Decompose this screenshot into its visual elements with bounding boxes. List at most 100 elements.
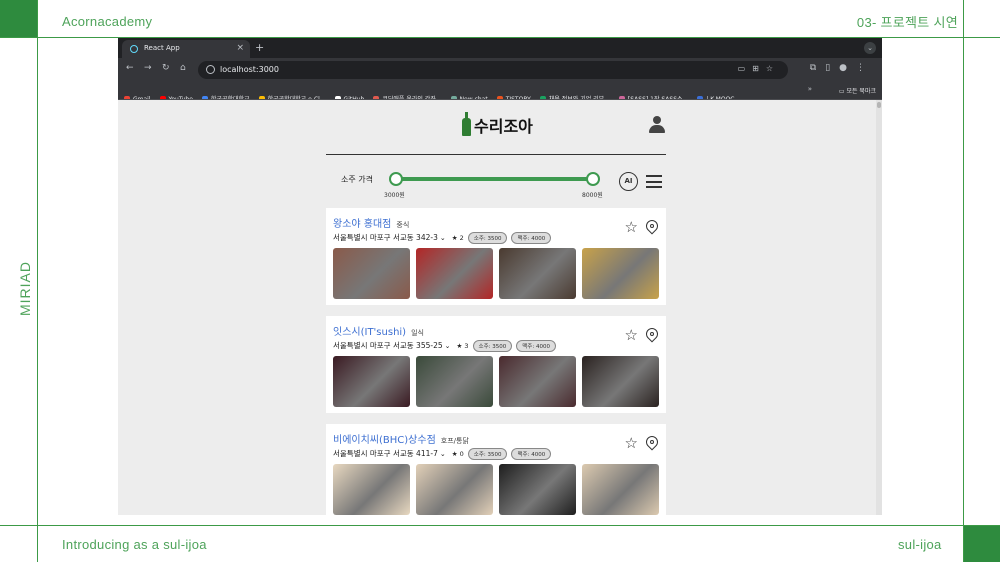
restaurant-address-row: 서울특별시 마포구 서교동 411-7 ⌄ ★ 0 소주: 3500 맥주: 4000: [333, 448, 552, 460]
beer-price-chip: 맥주: 4000: [516, 340, 556, 352]
corner-square-bottom-right: [963, 525, 1000, 562]
rating-badge: ★ 0: [451, 450, 464, 458]
restaurant-category: 중식: [396, 221, 410, 229]
home-icon[interactable]: ⌂: [180, 63, 186, 73]
site-info-icon[interactable]: [206, 65, 215, 74]
back-icon[interactable]: ←: [126, 63, 134, 73]
restaurant-name[interactable]: 잇스시(IT'sushi) 일식: [333, 323, 424, 338]
restaurant-photo[interactable]: [333, 356, 410, 407]
beer-price-chip: 맥주: 4000: [511, 232, 552, 244]
price-max-label: 8000원: [582, 192, 603, 199]
scrollbar-thumb[interactable]: [877, 102, 881, 108]
omnibox-icons[interactable]: ▭⊞☆: [738, 64, 780, 73]
logo-text: 수리조아: [474, 117, 533, 136]
restaurant-photo[interactable]: [416, 356, 493, 407]
more-bookmarks-button[interactable]: »: [808, 85, 812, 93]
restaurant-name-text: 왕소야 홍대점: [333, 219, 392, 230]
restaurant-photo[interactable]: [333, 248, 410, 299]
soju-bottle-icon: [462, 112, 471, 136]
footer-right: sul-ijoa: [898, 537, 942, 552]
restaurant-photo[interactable]: [416, 248, 493, 299]
photo-strip: [333, 464, 659, 515]
page-viewport: 수리조아 소주 가격 3000원 8000원 AI 왕소야 홍대점 중식서울특별시…: [118, 100, 882, 515]
price-filter: 소주 가격 3000원 8000원 AI: [326, 162, 666, 202]
restaurant-card[interactable]: 비에이치씨(BHC)상수점 호프/통닭 서울특별시 마포구 서교동 411-7 ⌄ ★ …: [326, 424, 666, 515]
price-label: 소주 가격: [341, 175, 373, 184]
restaurant-photo[interactable]: [416, 464, 493, 515]
forward-icon[interactable]: →: [144, 63, 152, 73]
photo-strip: [333, 248, 659, 299]
frame-line-right: [963, 0, 964, 562]
tab-bar: React App × + ⌄: [118, 38, 882, 58]
browser-window: React App × + ⌄ ← → ↻ ⌂ localhost:3000 ▭…: [118, 38, 882, 515]
browser-tab[interactable]: React App ×: [122, 40, 250, 58]
restaurant-address: 서울특별시 마포구 서교동 342-3: [333, 233, 438, 242]
restaurant-photo[interactable]: [582, 464, 659, 515]
restaurant-name[interactable]: 비에이치씨(BHC)상수점 호프/통닭: [333, 431, 469, 446]
url-field[interactable]: localhost:3000 ▭⊞☆: [198, 61, 788, 79]
soju-price-chip: 소주: 3500: [467, 232, 508, 244]
footer-left: Introducing as a sul-ijoa: [62, 537, 207, 552]
star-icon[interactable]: ☆: [625, 328, 638, 343]
price-slider-max-handle[interactable]: [586, 172, 600, 186]
photo-strip: [333, 356, 659, 407]
soju-price-chip: 소주: 3500: [472, 340, 513, 352]
tab-search-button[interactable]: ⌄: [864, 42, 876, 54]
restaurant-photo[interactable]: [582, 356, 659, 407]
menu-icon[interactable]: [646, 175, 662, 188]
frame-line-left: [37, 0, 38, 562]
restaurant-address: 서울특별시 마포구 서교동 411-7: [333, 449, 438, 458]
address-bar: ← → ↻ ⌂ localhost:3000 ▭⊞☆ ⧉▯●⋮: [118, 58, 882, 82]
restaurant-category: 일식: [411, 329, 424, 337]
reload-icon[interactable]: ↻: [162, 63, 170, 73]
restaurant-name-text: 잇스시(IT'sushi): [333, 327, 407, 338]
brand-name: Acornacademy: [62, 14, 153, 29]
restaurant-card[interactable]: 왕소야 홍대점 중식서울특별시 마포구 서교동 342-3 ⌄ ★ 2 소주: 3500…: [326, 208, 666, 305]
price-slider-min-handle[interactable]: [389, 172, 403, 186]
price-min-label: 3000원: [384, 192, 405, 199]
rating-badge: ★ 2: [451, 234, 464, 242]
scrollbar[interactable]: [876, 100, 882, 515]
star-icon[interactable]: ☆: [625, 436, 638, 451]
rating-badge: ★ 3: [456, 342, 469, 350]
star-icon[interactable]: ☆: [625, 220, 638, 235]
restaurant-photo[interactable]: [582, 248, 659, 299]
map-pin-icon[interactable]: [643, 217, 661, 235]
beer-price-chip: 맥주: 4000: [511, 448, 552, 460]
map-pin-icon[interactable]: [643, 433, 661, 451]
soju-price-chip: 소주: 3500: [467, 448, 508, 460]
restaurant-address: 서울특별시 마포구 서교동 355-25: [333, 341, 443, 350]
restaurant-address-row: 서울특별시 마포구 서교동 355-25 ⌄ ★ 3 소주: 3500 맥주: 4000: [333, 340, 556, 352]
frame-line-bottom: [0, 525, 1000, 526]
chevron-down-icon[interactable]: ⌄: [445, 342, 451, 350]
app-header: 수리조아: [326, 100, 666, 155]
chevron-down-icon[interactable]: ⌄: [440, 450, 446, 458]
section-title: 03- 프로젝트 시연: [856, 15, 958, 30]
corner-square-top-left: [0, 0, 37, 37]
close-tab-icon[interactable]: ×: [236, 43, 244, 53]
restaurant-photo[interactable]: [499, 248, 576, 299]
toolbar-icons[interactable]: ⧉▯●⋮: [810, 63, 874, 73]
map-pin-icon[interactable]: [643, 325, 661, 343]
side-label: MIRIAD: [17, 261, 33, 316]
price-slider[interactable]: [389, 172, 600, 186]
ai-button[interactable]: AI: [619, 172, 638, 191]
bookmarks-bar: Gmail YouTube 한국공학대학교 한국공학대학교 e-Cl... GitHub…: [118, 82, 882, 100]
user-icon[interactable]: [648, 116, 666, 134]
restaurant-name-text: 비에이치씨(BHC)상수점: [333, 435, 436, 446]
restaurant-name[interactable]: 왕소야 홍대점 중식: [333, 215, 409, 230]
chevron-down-icon[interactable]: ⌄: [440, 234, 446, 242]
all-bookmarks-folder[interactable]: ▭ 모든 북마크: [839, 86, 876, 95]
restaurant-photo[interactable]: [333, 464, 410, 515]
restaurant-address-row: 서울특별시 마포구 서교동 342-3 ⌄ ★ 2 소주: 3500 맥주: 4000: [333, 232, 552, 244]
all-bookmarks-label: 모든 북마크: [846, 88, 876, 95]
restaurant-card[interactable]: 잇스시(IT'sushi) 일식서울특별시 마포구 서교동 355-25 ⌄ ★ 3소…: [326, 316, 666, 413]
restaurant-photo[interactable]: [499, 464, 576, 515]
react-icon: [130, 45, 138, 53]
restaurant-category: 호프/통닭: [440, 437, 469, 445]
presentation-slide: Acornacademy 03- 프로젝트 시연 MIRIAD Introduc…: [0, 0, 1000, 562]
new-tab-button[interactable]: +: [255, 41, 264, 54]
tab-title: React App: [144, 44, 180, 52]
url-text: localhost:3000: [220, 65, 279, 74]
restaurant-photo[interactable]: [499, 356, 576, 407]
